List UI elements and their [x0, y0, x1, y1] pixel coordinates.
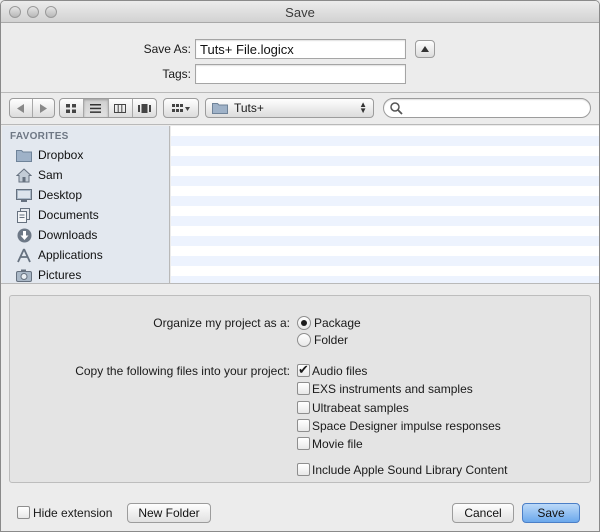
apple-sound-library-label: Include Apple Sound Library Content: [312, 463, 508, 477]
sidebar-item-dropbox[interactable]: Dropbox: [16, 145, 166, 165]
space-designer-label: Space Designer impulse responses: [312, 419, 501, 433]
column-view-icon: [114, 103, 127, 113]
new-folder-button[interactable]: New Folder: [127, 503, 211, 523]
column-view-button[interactable]: [109, 99, 133, 117]
apple-sound-library-checkbox[interactable]: [297, 463, 310, 476]
sidebar-header: FAVORITES: [10, 131, 69, 142]
window-title: Save: [285, 5, 315, 20]
save-button[interactable]: Save: [522, 503, 580, 523]
tags-label: Tags:: [162, 67, 191, 81]
sidebar-item-label: Pictures: [38, 268, 82, 282]
search-field[interactable]: [383, 98, 591, 118]
list-view-icon: [90, 103, 102, 113]
sidebar-item-applications[interactable]: Applications: [16, 245, 166, 265]
ultrabeat-samples-label: Ultrabeat samples: [312, 401, 409, 415]
hide-extension-checkbox[interactable]: [17, 506, 30, 519]
sidebar: FAVORITES Dropbox Sam Desktop Documents …: [2, 126, 170, 283]
arrange-grid-icon: [172, 103, 190, 112]
sidebar-item-documents[interactable]: Documents: [16, 205, 166, 225]
tags-field[interactable]: [195, 64, 406, 84]
coverflow-view-button[interactable]: [133, 99, 156, 117]
project-options-panel: Organize my project as a: Package Folder…: [9, 295, 591, 483]
coverflow-view-icon: [137, 103, 151, 113]
file-list[interactable]: [171, 126, 599, 283]
back-arrow-icon: [16, 103, 24, 113]
audio-files-label: Audio files: [312, 364, 368, 378]
sidebar-item-label: Applications: [38, 248, 103, 262]
package-radio[interactable]: [297, 316, 311, 330]
popup-arrows-icon: ▲ ▼: [359, 100, 367, 115]
documents-icon: [16, 207, 32, 223]
title-bar: Save: [1, 1, 599, 23]
ultrabeat-samples-checkbox[interactable]: [297, 401, 310, 414]
sidebar-item-desktop[interactable]: Desktop: [16, 185, 166, 205]
sidebar-item-label: Documents: [38, 208, 99, 222]
sidebar-item-sam[interactable]: Sam: [16, 165, 166, 185]
forward-button[interactable]: [33, 99, 55, 117]
exs-instruments-label: EXS instruments and samples: [312, 382, 473, 396]
applications-icon: [16, 247, 32, 263]
home-icon: [16, 167, 32, 183]
sidebar-item-downloads[interactable]: Downloads: [16, 225, 166, 245]
arrange-cell: [164, 99, 198, 117]
exs-instruments-checkbox[interactable]: [297, 382, 310, 395]
movie-file-label: Movie file: [312, 437, 363, 451]
icon-view-button[interactable]: [60, 99, 85, 117]
audio-files-checkbox[interactable]: [297, 362, 310, 378]
back-button[interactable]: [10, 99, 33, 117]
folder-label: Folder: [314, 333, 349, 347]
search-icon: [390, 102, 403, 115]
sidebar-item-label: Dropbox: [38, 148, 84, 162]
divider: [1, 283, 599, 284]
downloads-icon: [16, 227, 32, 243]
save-dialog: Save Save As: Tuts+ File.logicx Tags: Tu…: [0, 0, 600, 532]
back-forward-control: [9, 98, 55, 118]
movie-file-checkbox[interactable]: [297, 437, 310, 450]
folder-radio[interactable]: [297, 333, 311, 347]
list-view-button[interactable]: [84, 99, 109, 117]
save-as-label: Save As:: [143, 42, 191, 56]
folder-icon: [212, 103, 228, 114]
view-mode-control: [59, 98, 157, 118]
pictures-icon: [16, 267, 32, 283]
icon-view-icon: [66, 103, 77, 113]
divider: [1, 92, 599, 93]
sidebar-item-label: Sam: [38, 168, 63, 182]
copy-files-label: Copy the following files into your proje…: [75, 364, 290, 378]
sidebar-item-pictures[interactable]: Pictures: [16, 265, 166, 283]
save-as-field[interactable]: Tuts+ File.logicx: [195, 39, 406, 59]
sidebar-item-label: Desktop: [38, 188, 83, 202]
folder-icon: [16, 147, 32, 163]
location-popup[interactable]: Tuts+ ▲ ▼: [205, 98, 374, 118]
sidebar-item-label: Downloads: [38, 228, 98, 242]
divider: [1, 124, 599, 125]
hide-extension-label: Hide extension: [33, 506, 113, 520]
package-label: Package: [314, 316, 361, 330]
cancel-button[interactable]: Cancel: [452, 503, 514, 523]
space-designer-checkbox[interactable]: [297, 419, 310, 432]
expand-dialog-button[interactable]: [415, 40, 435, 58]
desktop-icon: [16, 187, 32, 203]
forward-arrow-icon: [40, 103, 48, 113]
location-value: Tuts+: [234, 101, 264, 115]
arrange-button[interactable]: [163, 98, 199, 118]
organize-label: Organize my project as a:: [153, 316, 290, 330]
